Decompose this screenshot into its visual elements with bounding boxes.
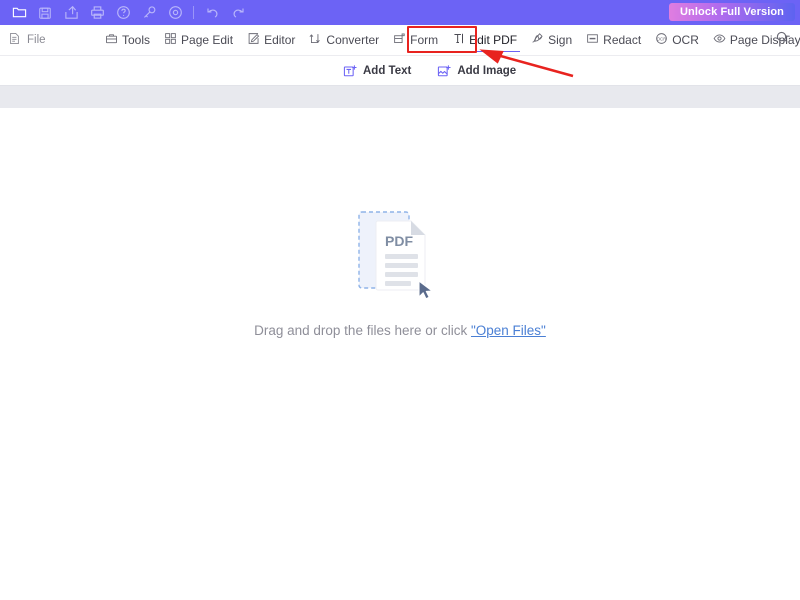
record-target-icon[interactable] (162, 0, 188, 25)
redact-bar-icon (586, 32, 599, 48)
dropzone-instruction: Drag and drop the files here or click "O… (254, 323, 546, 338)
svg-text:OCR: OCR (657, 36, 667, 41)
document-workspace: PDF Drag and drop the files here or clic… (0, 108, 800, 600)
add-image-icon (437, 64, 451, 78)
app-window: Unlock Full Version File Tools Page Edit… (0, 0, 800, 600)
document-ruler-band (0, 85, 800, 109)
toolbar-divider (193, 6, 194, 19)
menu-label: Converter (326, 33, 380, 47)
menu-item-editor[interactable]: Editor (240, 25, 302, 55)
add-text-icon (343, 64, 357, 78)
title-bar: Unlock Full Version (0, 0, 800, 25)
pencil-square-icon (247, 32, 260, 48)
svg-text:PDF: PDF (385, 233, 413, 249)
menu-item-page-edit[interactable]: Page Edit (157, 25, 240, 55)
menu-label: Page Edit (181, 33, 234, 47)
main-menu-bar: File Tools Page Edit Editor Converter Fo… (0, 25, 800, 55)
menu-item-edit-pdf[interactable]: Edit PDF (445, 25, 524, 55)
menu-item-ocr[interactable]: OCR OCR (648, 25, 706, 55)
text-cursor-icon (452, 32, 465, 48)
add-image-button[interactable]: Add Image (437, 64, 516, 78)
menu-item-redact[interactable]: Redact (579, 25, 648, 55)
undo-icon[interactable] (199, 0, 225, 25)
menu-label: Edit PDF (469, 33, 518, 47)
file-document-icon (8, 32, 21, 48)
menu-label: Form (410, 33, 439, 47)
help-icon[interactable] (110, 0, 136, 25)
menu-item-form[interactable]: Form (386, 25, 445, 55)
add-image-label: Add Image (457, 64, 517, 77)
menu-item-tools[interactable]: Tools (98, 25, 157, 55)
file-menu[interactable]: File (8, 25, 46, 55)
convert-arrows-icon (309, 32, 322, 48)
menu-label: Tools (122, 33, 151, 47)
file-menu-label: File (27, 34, 46, 46)
menu-label: Editor (264, 33, 296, 47)
add-text-label: Add Text (363, 64, 412, 77)
edit-pdf-sub-toolbar: Add Text Add Image (0, 56, 800, 85)
eye-icon (713, 32, 726, 48)
share-export-icon[interactable] (58, 0, 84, 25)
ocr-circle-icon: OCR (655, 32, 668, 48)
print-icon[interactable] (84, 0, 110, 25)
form-frame-icon (393, 32, 406, 48)
active-tab-underline (449, 50, 521, 52)
redo-icon[interactable] (225, 0, 251, 25)
open-files-link[interactable]: "Open Files" (471, 323, 546, 338)
add-text-button[interactable]: Add Text (343, 64, 411, 78)
save-icon[interactable] (32, 0, 58, 25)
file-dropzone[interactable]: PDF Drag and drop the files here or clic… (0, 108, 800, 438)
toolbox-icon (105, 32, 118, 48)
menu-label: Sign (548, 33, 573, 47)
menu-items-group: Tools Page Edit Editor Converter Form Ed… (98, 25, 800, 55)
menu-item-sign[interactable]: Sign (524, 25, 579, 55)
menu-label: Redact (603, 33, 642, 47)
dropzone-instruction-text: Drag and drop the files here or click (254, 322, 471, 338)
menu-item-converter[interactable]: Converter (302, 25, 386, 55)
open-folder-icon[interactable] (6, 0, 32, 25)
pdf-placeholder-illustration: PDF (358, 209, 442, 301)
search-button[interactable] (770, 30, 794, 50)
signature-pen-icon (531, 32, 544, 48)
grid-pages-icon (164, 32, 177, 48)
search-dropdown-icon (775, 30, 790, 50)
key-icon[interactable] (136, 0, 162, 25)
menu-label: OCR (672, 33, 699, 47)
unlock-full-version-button[interactable]: Unlock Full Version (669, 3, 795, 21)
